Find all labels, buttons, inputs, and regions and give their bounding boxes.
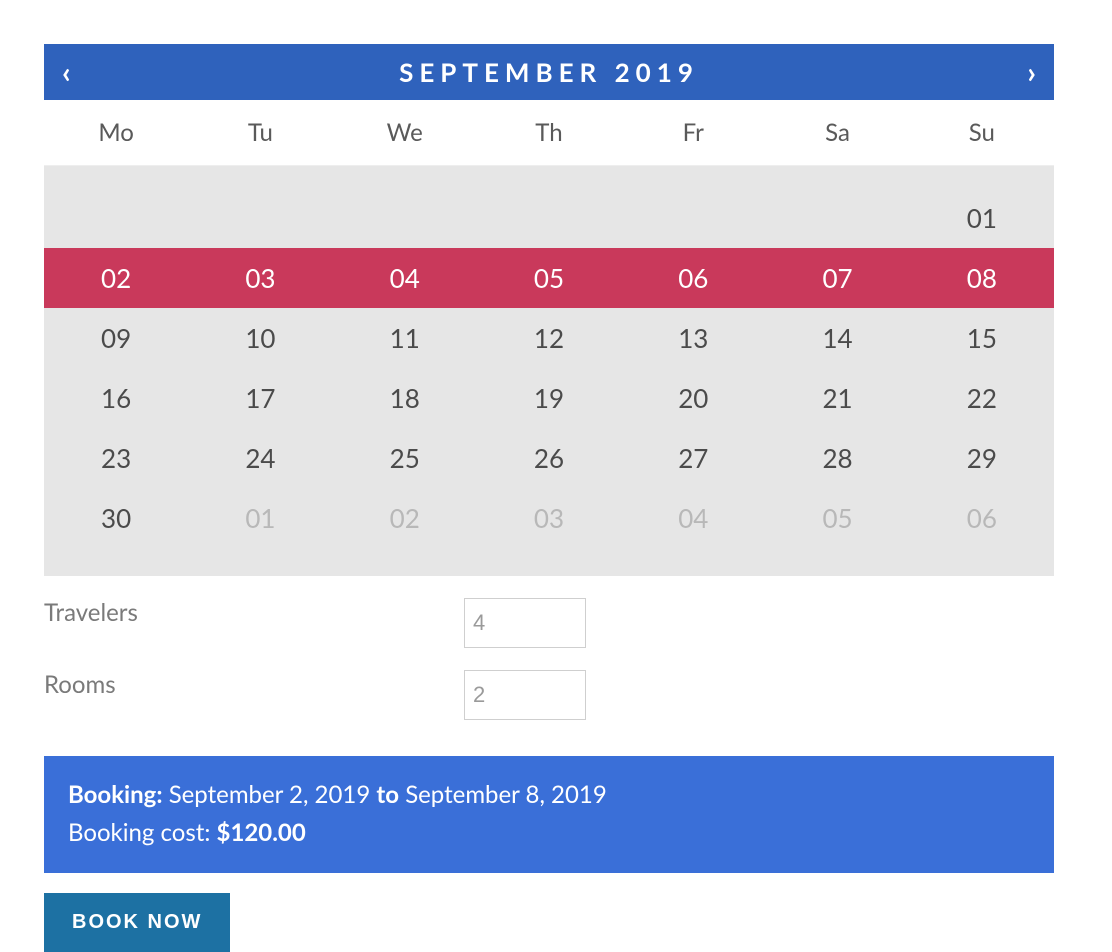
booking-from-date: September 2, 2019 — [169, 780, 371, 809]
weekday-row: MoTuWeThFrSaSu — [44, 100, 1054, 166]
calendar-cell-empty — [44, 188, 188, 248]
rooms-label: Rooms — [44, 670, 464, 699]
calendar-cell[interactable]: 02 — [333, 488, 477, 548]
calendar-cell[interactable]: 28 — [765, 428, 909, 488]
calendar-cell[interactable]: 03 — [188, 248, 332, 308]
calendar-cell[interactable]: 11 — [333, 308, 477, 368]
calendar-cell[interactable]: 05 — [477, 248, 621, 308]
prev-month-button[interactable]: ‹ — [62, 57, 71, 87]
calendar-cell-empty — [188, 188, 332, 248]
weekday-label: Tu — [188, 100, 332, 165]
calendar-cell-empty — [765, 188, 909, 248]
travelers-row: Travelers — [44, 598, 1054, 648]
calendar-cell[interactable]: 01 — [910, 188, 1054, 248]
calendar-cell-empty — [621, 188, 765, 248]
calendar-body: 0102030405060708091011121314151617181920… — [44, 166, 1054, 576]
book-now-button[interactable]: BOOK NOW — [44, 893, 230, 952]
calendar-cell[interactable]: 08 — [910, 248, 1054, 308]
booking-label: Booking: — [68, 780, 163, 809]
calendar-cell[interactable]: 17 — [188, 368, 332, 428]
booking-widget: ‹ SEPTEMBER 2019 › MoTuWeThFrSaSu 010203… — [44, 44, 1054, 952]
booking-cost-value: $120.00 — [217, 818, 306, 847]
calendar-title: SEPTEMBER 2019 — [399, 56, 699, 88]
weekday-label: Mo — [44, 100, 188, 165]
calendar-cell[interactable]: 07 — [765, 248, 909, 308]
weekday-label: Su — [910, 100, 1054, 165]
calendar-cell[interactable]: 10 — [188, 308, 332, 368]
calendar-cell[interactable]: 26 — [477, 428, 621, 488]
booking-to-word: to — [376, 780, 399, 809]
calendar-cell[interactable]: 02 — [44, 248, 188, 308]
calendar-cell[interactable]: 21 — [765, 368, 909, 428]
calendar-cell[interactable]: 23 — [44, 428, 188, 488]
calendar-cell[interactable]: 12 — [477, 308, 621, 368]
calendar-cell[interactable]: 24 — [188, 428, 332, 488]
weekday-label: We — [333, 100, 477, 165]
calendar-cell[interactable]: 27 — [621, 428, 765, 488]
calendar-cell[interactable]: 25 — [333, 428, 477, 488]
calendar-cell[interactable]: 15 — [910, 308, 1054, 368]
rooms-input[interactable] — [464, 670, 586, 720]
calendar-cell[interactable]: 06 — [621, 248, 765, 308]
calendar-cell[interactable]: 14 — [765, 308, 909, 368]
travelers-label: Travelers — [44, 598, 464, 627]
calendar-cell-empty — [477, 188, 621, 248]
calendar-cell[interactable]: 05 — [765, 488, 909, 548]
booking-range-line: Booking: September 2, 2019 to September … — [68, 776, 1030, 814]
calendar-cell[interactable]: 01 — [188, 488, 332, 548]
calendar-cell[interactable]: 29 — [910, 428, 1054, 488]
calendar-cell[interactable]: 16 — [44, 368, 188, 428]
booking-cost-label: Booking cost: — [68, 818, 210, 847]
rooms-row: Rooms — [44, 670, 1054, 720]
calendar-cell[interactable]: 30 — [44, 488, 188, 548]
booking-summary: Booking: September 2, 2019 to September … — [44, 756, 1054, 873]
calendar-cell[interactable]: 13 — [621, 308, 765, 368]
next-month-button[interactable]: › — [1027, 57, 1036, 87]
calendar-cell-empty — [333, 188, 477, 248]
weekday-label: Th — [477, 100, 621, 165]
calendar-cell[interactable]: 22 — [910, 368, 1054, 428]
booking-cost-line: Booking cost: $120.00 — [68, 814, 1030, 852]
calendar-cell[interactable]: 04 — [333, 248, 477, 308]
calendar-cell[interactable]: 03 — [477, 488, 621, 548]
weekday-label: Sa — [765, 100, 909, 165]
calendar-grid: 0102030405060708091011121314151617181920… — [44, 188, 1054, 548]
calendar-cell[interactable]: 20 — [621, 368, 765, 428]
calendar-header: ‹ SEPTEMBER 2019 › — [44, 44, 1054, 100]
calendar-cell[interactable]: 18 — [333, 368, 477, 428]
calendar-cell[interactable]: 06 — [910, 488, 1054, 548]
weekday-label: Fr — [621, 100, 765, 165]
calendar-cell[interactable]: 19 — [477, 368, 621, 428]
booking-to-date: September 8, 2019 — [405, 780, 607, 809]
travelers-input[interactable] — [464, 598, 586, 648]
calendar-cell[interactable]: 09 — [44, 308, 188, 368]
calendar-cell[interactable]: 04 — [621, 488, 765, 548]
